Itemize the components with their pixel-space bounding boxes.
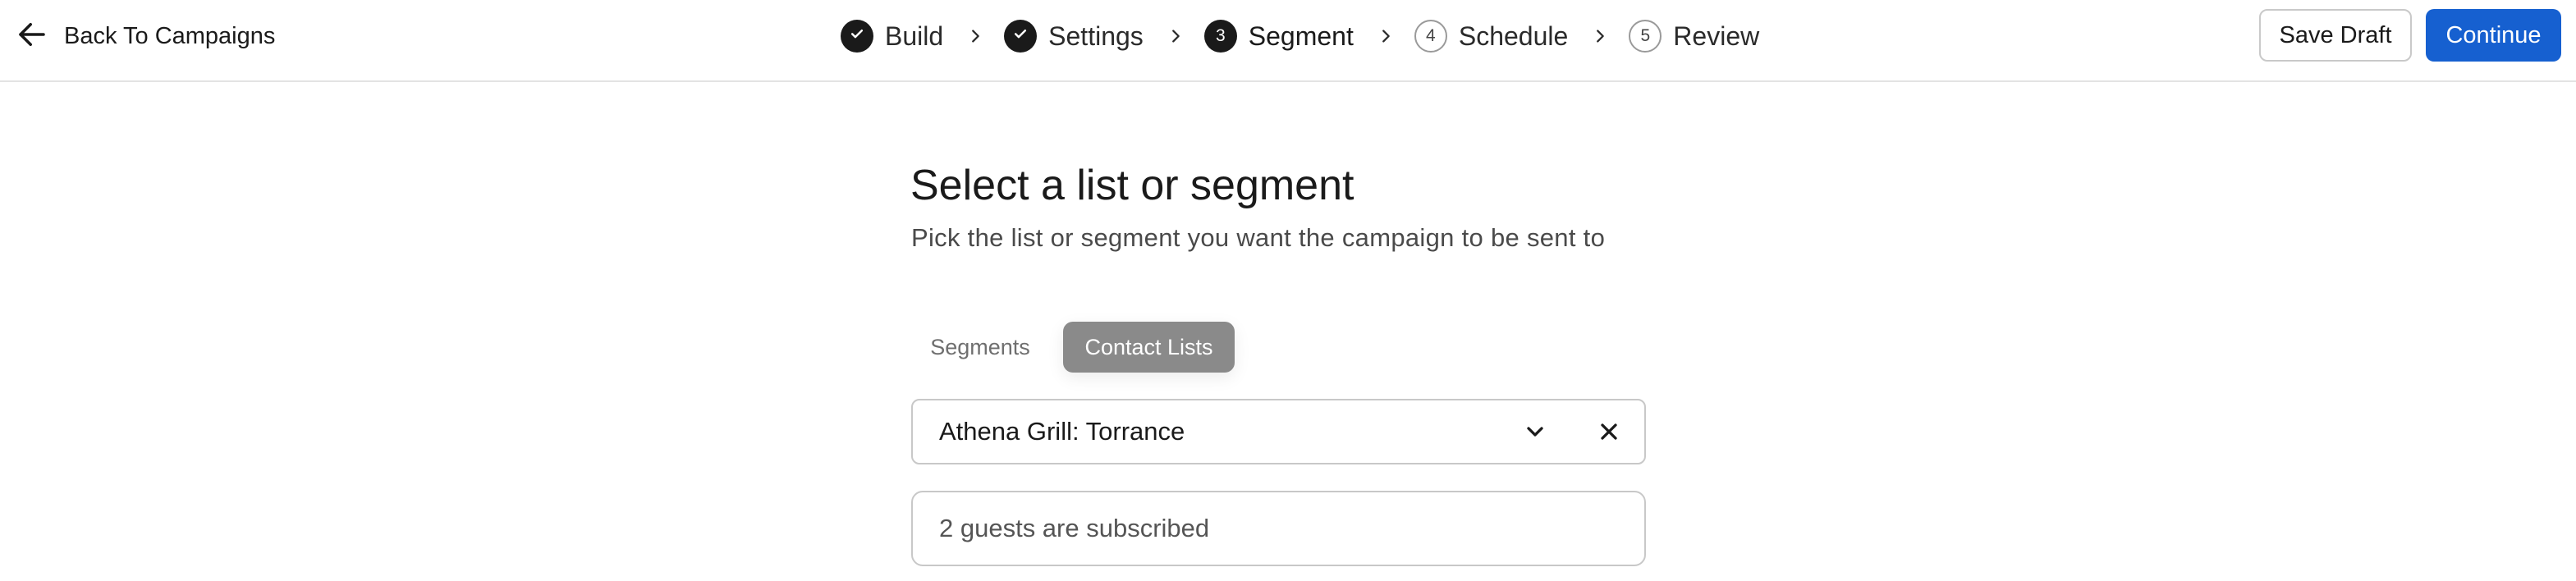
tab-segments[interactable]: Segments bbox=[913, 322, 1047, 373]
step-label: Settings bbox=[1048, 21, 1144, 51]
page-subtitle: Pick the list or segment you want the ca… bbox=[911, 223, 1606, 252]
chevron-right-icon bbox=[1167, 27, 1185, 45]
chevron-right-icon bbox=[1591, 27, 1609, 45]
page-title: Select a list or segment bbox=[910, 162, 1354, 209]
subscriber-count-box: 2 guests are subscribed bbox=[911, 491, 1646, 566]
save-draft-button[interactable]: Save Draft bbox=[2259, 9, 2412, 62]
top-bar: Back To Campaigns Build Settings 3 Segme… bbox=[0, 0, 2576, 82]
selected-list-value: Athena Grill: Torrance bbox=[939, 417, 1185, 446]
step-number-badge: 4 bbox=[1414, 20, 1447, 53]
step-complete-badge bbox=[1004, 20, 1038, 53]
continue-button[interactable]: Continue bbox=[2426, 9, 2561, 62]
step-settings[interactable]: Settings bbox=[1004, 20, 1144, 53]
close-icon[interactable] bbox=[1596, 419, 1622, 445]
stepper: Build Settings 3 Segment 4 Schedule 5 Re… bbox=[841, 16, 1759, 56]
list-select[interactable]: Athena Grill: Torrance bbox=[911, 399, 1646, 464]
step-schedule[interactable]: 4 Schedule bbox=[1414, 20, 1568, 53]
chevron-down-icon[interactable] bbox=[1522, 419, 1548, 445]
step-segment[interactable]: 3 Segment bbox=[1203, 20, 1354, 53]
step-build[interactable]: Build bbox=[841, 20, 943, 53]
arrow-left-icon bbox=[15, 17, 49, 56]
check-icon bbox=[1012, 25, 1029, 47]
subscriber-count-text: 2 guests are subscribed bbox=[939, 514, 1210, 542]
step-complete-badge bbox=[841, 20, 873, 53]
step-label: Build bbox=[885, 21, 944, 51]
chevron-right-icon bbox=[1377, 27, 1395, 45]
step-label: Review bbox=[1673, 21, 1760, 51]
step-label: Segment bbox=[1248, 21, 1354, 51]
chevron-right-icon bbox=[966, 27, 984, 45]
tab-contact-lists[interactable]: Contact Lists bbox=[1063, 322, 1235, 373]
step-number-badge: 3 bbox=[1203, 20, 1237, 53]
step-label: Schedule bbox=[1458, 21, 1569, 51]
check-icon bbox=[849, 25, 865, 47]
step-review[interactable]: 5 Review bbox=[1629, 20, 1759, 53]
step-number-badge: 5 bbox=[1629, 20, 1662, 53]
back-to-campaigns-link[interactable]: Back To Campaigns bbox=[15, 16, 275, 56]
back-label: Back To Campaigns bbox=[64, 22, 276, 49]
